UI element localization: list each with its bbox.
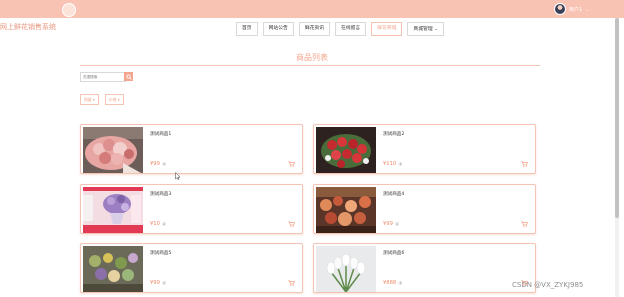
product-image-purple-bouquet-ad[interactable]	[83, 187, 143, 233]
price-unit: /束	[161, 162, 166, 166]
nav-item-home[interactable]: 首页	[236, 22, 258, 36]
product-card[interactable]: 测试商品1 ¥99 /束	[80, 124, 303, 174]
product-price-row: ¥110 /束	[383, 161, 402, 167]
product-name[interactable]: 测试商品4	[383, 191, 404, 197]
product-name[interactable]: 测试商品1	[150, 131, 171, 137]
mouse-cursor-icon	[175, 172, 181, 180]
product-image-flower-shop[interactable]	[316, 187, 376, 233]
user-name[interactable]: 用户1	[569, 6, 582, 13]
product-card[interactable]: 测试商品2 ¥110 /束	[313, 124, 536, 174]
product-card[interactable]: 测试商品4 ¥99 /束	[313, 184, 536, 234]
search-icon	[125, 73, 132, 80]
cart-icon[interactable]	[288, 161, 295, 167]
product-image-white-tulips[interactable]	[316, 246, 376, 292]
divider	[80, 65, 540, 66]
product-price-row: ¥99 /束	[150, 280, 166, 286]
search-input[interactable]	[80, 72, 126, 82]
page-title: 商品列表	[296, 53, 328, 62]
price-unit: /束	[161, 281, 166, 285]
product-name[interactable]: 测试商品5	[150, 250, 171, 256]
product-name[interactable]: 测试商品2	[383, 131, 404, 137]
price-unit: /束	[161, 222, 166, 226]
product-price: ¥888	[383, 280, 397, 286]
product-card[interactable]: 测试商品3 ¥10 /束	[80, 184, 303, 234]
product-image-red-roses[interactable]	[316, 127, 376, 173]
product-price: ¥99	[150, 280, 160, 286]
cart-icon[interactable]	[521, 221, 528, 227]
search-button[interactable]	[124, 72, 133, 81]
nav-item-label: 商城管理	[413, 27, 433, 32]
price-unit: /束	[394, 222, 399, 226]
product-image-mixed-flowers[interactable]	[83, 246, 143, 292]
price-unit: /束	[398, 162, 403, 166]
watermark: CSDN @VX_ZYKJ985	[512, 281, 584, 289]
product-name[interactable]: 测试商品3	[150, 191, 171, 197]
product-price-row: ¥99 /束	[150, 161, 166, 167]
logo-icon[interactable]	[62, 3, 76, 17]
product-price: ¥99	[383, 221, 393, 227]
user-menu[interactable]: 用户1 ⌄	[554, 3, 589, 15]
main-nav: 首页 网站公告 鲜花资讯 在线留言 鲜花商城 商城管理 ⌄	[236, 22, 444, 36]
avatar[interactable]	[554, 3, 566, 15]
cart-icon[interactable]	[288, 221, 295, 227]
product-price: ¥99	[150, 161, 160, 167]
product-card[interactable]: 测试商品5 ¥99 /束	[80, 243, 303, 293]
site-title: 网上鲜花销售系统	[0, 23, 56, 31]
product-price-row: ¥99 /束	[383, 221, 399, 227]
cart-icon[interactable]	[521, 161, 528, 167]
price-unit: /束	[398, 281, 403, 285]
product-name[interactable]: 测试商品6	[383, 250, 404, 256]
product-price: ¥10	[150, 221, 160, 227]
nav-item-messages[interactable]: 在线留言	[335, 22, 367, 36]
nav-item-shop[interactable]: 鲜花商城	[371, 22, 403, 36]
scrollbar-thumb[interactable]	[615, 18, 619, 218]
sort-by-price-button[interactable]: 价格 ▾	[105, 94, 124, 105]
product-card[interactable]: 测试商品6 ¥888 /束	[313, 243, 536, 293]
product-price-row: ¥10 /束	[150, 221, 166, 227]
nav-item-shop-management[interactable]: 商城管理 ⌄	[407, 22, 444, 36]
sort-by-sales-button[interactable]: 销量 ▾	[80, 94, 99, 105]
product-price-row: ¥888 /束	[383, 280, 402, 286]
nav-item-news[interactable]: 鲜花资讯	[298, 22, 331, 36]
product-image-pink-bouquet[interactable]	[83, 127, 143, 173]
chevron-down-icon: ⌄	[434, 26, 438, 31]
chevron-down-icon[interactable]: ⌄	[585, 7, 588, 12]
nav-item-announcements[interactable]: 网站公告	[262, 22, 294, 36]
product-price: ¥110	[383, 161, 397, 167]
top-bar: 用户1 ⌄	[0, 0, 624, 18]
cart-icon[interactable]	[288, 280, 295, 286]
